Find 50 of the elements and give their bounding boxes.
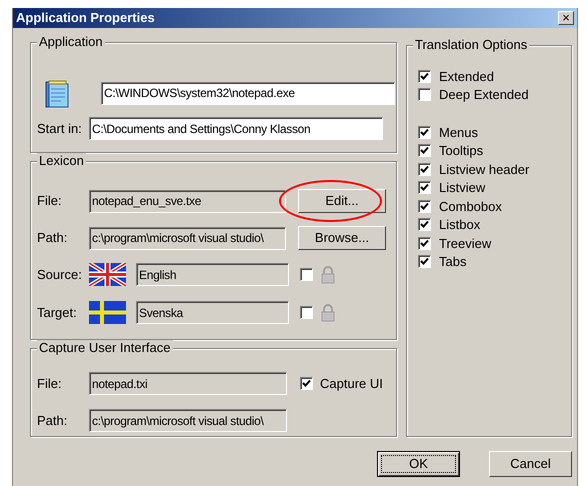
checkbox[interactable] <box>300 377 313 390</box>
field-label: Source: <box>37 266 83 284</box>
field-label: Path: <box>37 229 68 248</box>
checkbox-label: Combobox <box>439 198 502 216</box>
checkbox-label: Capture UI <box>320 374 383 393</box>
checkbox[interactable] <box>418 144 431 158</box>
lock-icon <box>321 304 335 322</box>
input-field[interactable]: c:\program\microsoft visual studio\ <box>89 409 287 432</box>
checkbox-label: Tabs <box>439 253 466 271</box>
checkbox-label: Treeview <box>439 234 492 252</box>
group-title: Capture User Interface <box>37 340 173 356</box>
input-field[interactable]: C:\WINDOWS\system32\notepad.exe <box>101 82 395 104</box>
input-field[interactable]: c:\program\microsoft visual studio\ <box>89 226 286 250</box>
checkbox[interactable] <box>418 88 431 102</box>
checkbox[interactable] <box>300 306 313 319</box>
input-field[interactable]: English <box>136 263 289 286</box>
edit-button[interactable]: Edit... <box>298 189 386 213</box>
checkbox[interactable] <box>418 255 431 268</box>
input-field[interactable]: C:\Documents and Settings\Conny Klasson <box>89 117 383 140</box>
field-label: Target: <box>37 304 78 322</box>
window-title: Application Properties <box>16 9 155 28</box>
input-field[interactable]: Svenska <box>136 301 289 324</box>
field-label: File: <box>37 374 63 393</box>
group-title: Translation Options <box>413 37 530 53</box>
field-label: File: <box>37 192 63 210</box>
checkbox[interactable] <box>418 236 431 250</box>
input-field[interactable]: notepad.txi <box>89 372 287 395</box>
input-field[interactable]: notepad_enu_sve.txe <box>89 190 286 212</box>
checkbox[interactable] <box>418 181 431 194</box>
cancel-button[interactable]: Cancel <box>489 451 572 477</box>
checkbox-label: Listview <box>439 179 486 197</box>
ok-button[interactable]: OK <box>377 451 460 477</box>
lock-icon <box>321 266 335 284</box>
checkbox-label: Listview header <box>439 160 530 178</box>
group-title: Application <box>37 34 105 50</box>
browse-button[interactable]: Browse... <box>298 226 386 250</box>
checkbox[interactable] <box>418 218 431 232</box>
field-label: Path: <box>37 412 68 430</box>
checkbox[interactable] <box>418 162 431 176</box>
checkbox-label: Listbox <box>439 216 480 234</box>
checkbox[interactable] <box>418 126 431 139</box>
close-button[interactable]: × <box>558 11 574 25</box>
checkbox-label: Menus <box>439 124 478 142</box>
checkbox-label: Tooltips <box>439 142 484 160</box>
checkbox[interactable] <box>418 200 431 213</box>
checkbox-label: Extended <box>439 68 494 86</box>
checkbox-label: Deep Extended <box>439 86 529 104</box>
field-label: Start in: <box>37 120 83 138</box>
checkbox[interactable] <box>300 268 313 281</box>
checkbox[interactable] <box>418 70 431 83</box>
